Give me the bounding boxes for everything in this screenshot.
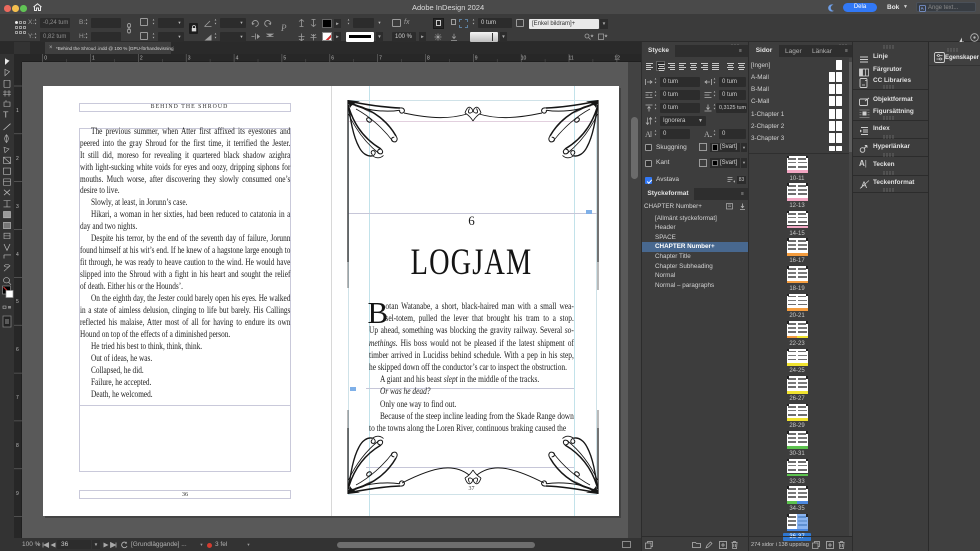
svg-text:12: 12: [614, 56, 620, 62]
svg-text:7: 7: [16, 395, 19, 401]
svg-text:A: A: [645, 130, 651, 138]
svg-text:5: 5: [283, 56, 286, 62]
svg-text:9: 9: [475, 56, 478, 62]
svg-text:3: 3: [16, 204, 19, 210]
svg-text:T: T: [3, 110, 9, 119]
svg-text:8: 8: [16, 443, 19, 449]
svg-text:10: 10: [521, 56, 527, 62]
svg-text:2: 2: [16, 156, 19, 162]
svg-text:7: 7: [379, 56, 382, 62]
svg-text:11: 11: [569, 56, 574, 62]
svg-text:9: 9: [16, 491, 19, 497]
svg-text:1: 1: [16, 108, 19, 114]
svg-text:6: 6: [16, 347, 19, 353]
svg-text:4: 4: [16, 252, 19, 258]
svg-text:2: 2: [140, 56, 143, 62]
svg-text:5: 5: [16, 299, 19, 305]
svg-text:1: 1: [92, 56, 95, 62]
svg-text:4: 4: [236, 56, 239, 62]
svg-text:3: 3: [188, 56, 191, 62]
svg-text:6: 6: [331, 56, 334, 62]
svg-text:0: 0: [44, 56, 47, 62]
svg-text:A: A: [704, 130, 710, 138]
svg-text:8: 8: [427, 56, 430, 62]
